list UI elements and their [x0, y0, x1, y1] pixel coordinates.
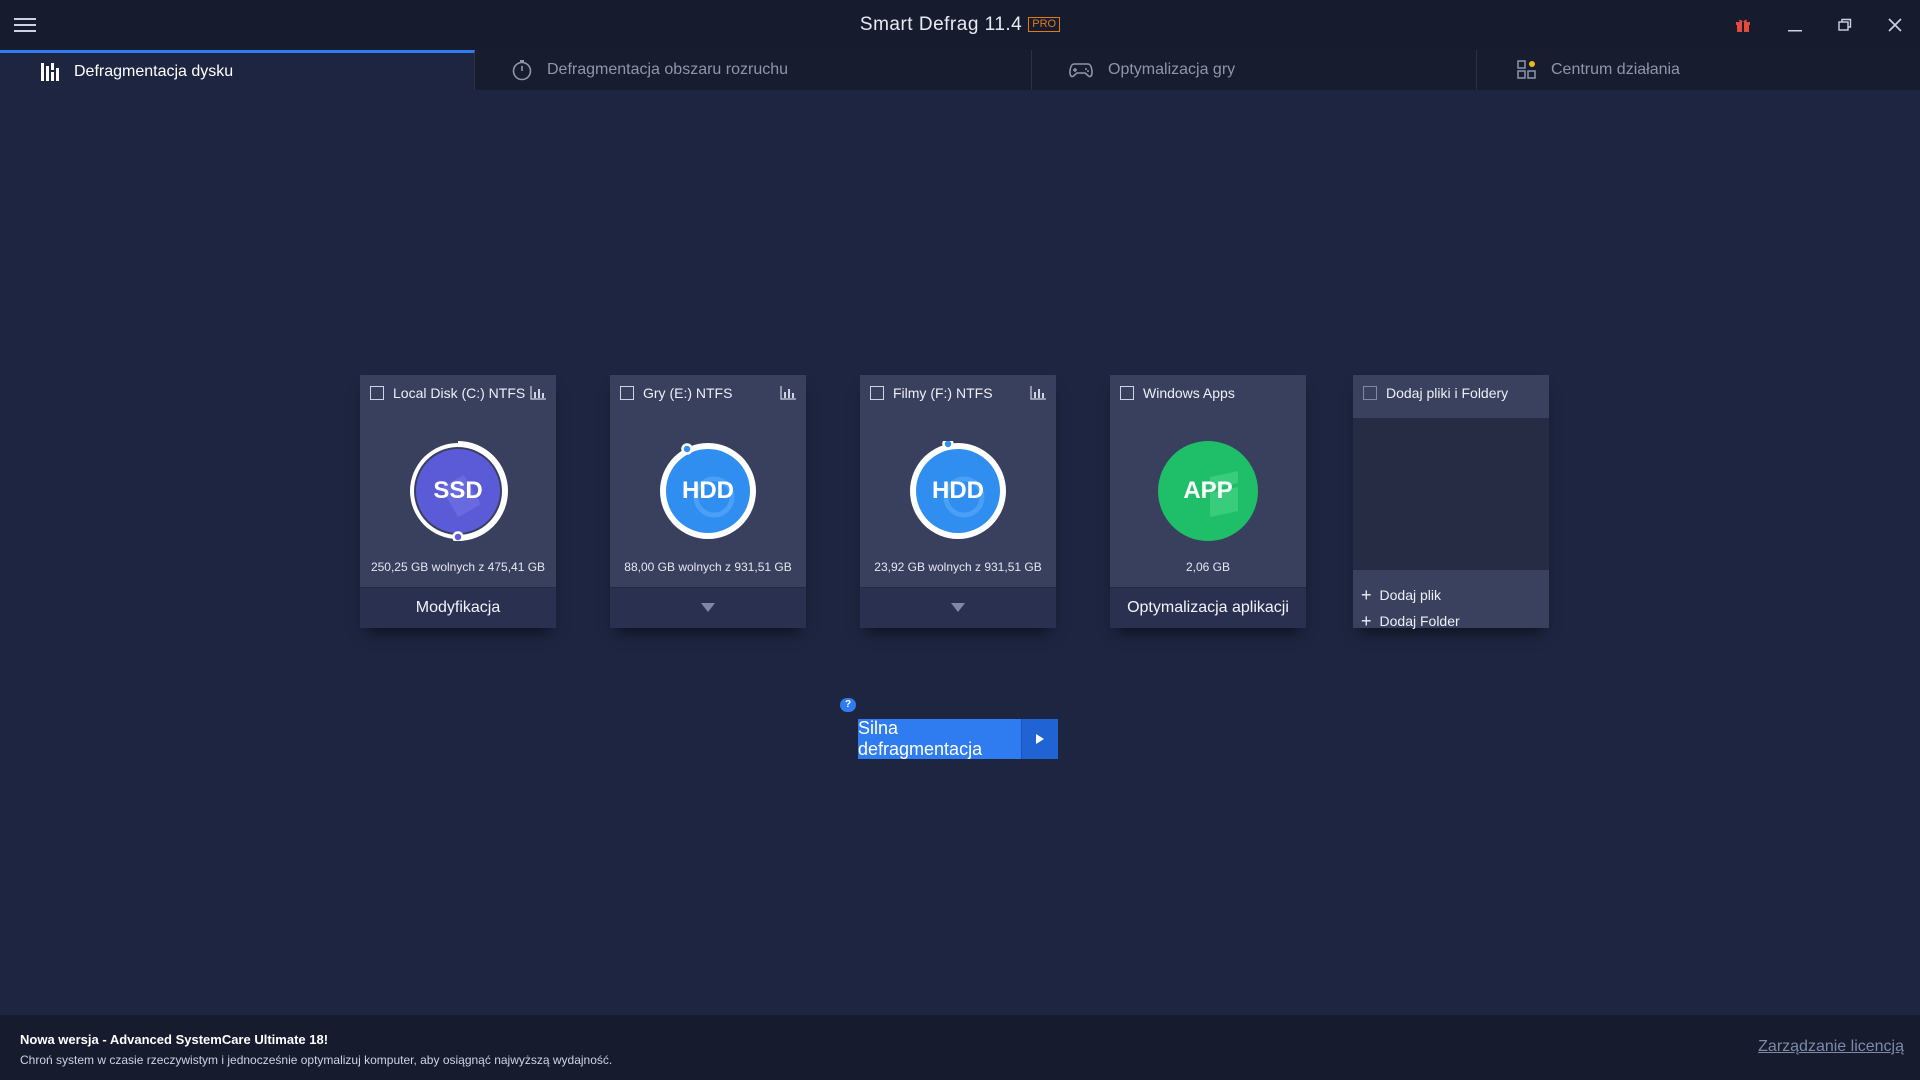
tab-label: Centrum działania [1551, 61, 1680, 78]
disk-type-label: APP [1183, 477, 1233, 504]
title-bar: Smart Defrag 11.4 PRO [0, 0, 1920, 50]
windows-apps-card[interactable]: Windows Apps APP 2,06 GB Optymalizacja a… [1110, 375, 1306, 628]
free-space-text: 250,25 GB wolnych z 475,41 GB [370, 560, 546, 574]
tab-game-optimize[interactable]: Optymalizacja gry [1032, 50, 1477, 90]
play-arrow-icon[interactable] [1021, 719, 1058, 759]
app-title-text: Smart Defrag 11.4 [859, 14, 1023, 35]
apps-size-text: 2,06 GB [1185, 560, 1231, 574]
expand-dropdown-button[interactable] [610, 587, 806, 628]
file-list-area [1353, 418, 1549, 570]
plus-icon: + [1361, 585, 1372, 605]
minimize-icon[interactable] [1780, 10, 1810, 40]
add-file-button[interactable]: + Dodaj plik [1361, 584, 1441, 606]
tab-boot-defrag[interactable]: Defragmentacja obszaru rozruchu [475, 50, 1032, 90]
disk-type-label: HDD [932, 477, 984, 504]
bar-chart-icon[interactable] [1030, 386, 1046, 405]
drive-card-c[interactable]: Local Disk (C:) NTFS SSD 250,25 GB wolny… [360, 375, 556, 628]
tab-label: Optymalizacja gry [1108, 61, 1236, 78]
drive-checkbox[interactable] [870, 386, 884, 400]
bar-chart-icon[interactable] [530, 386, 546, 405]
apps-label: Windows Apps [1143, 385, 1235, 401]
chevron-down-icon [701, 599, 715, 617]
tab-label: Defragmentacja obszaru rozruchu [547, 61, 789, 78]
hdd-disk-icon: HDD [658, 441, 758, 541]
bar-chart-icon[interactable] [780, 386, 796, 405]
free-space-text: 23,92 GB wolnych z 931,51 GB [874, 560, 1042, 574]
add-files-card: Dodaj pliki i Foldery + Dodaj plik + Dod… [1353, 375, 1549, 630]
drive-card-header: Local Disk (C:) NTFS [360, 375, 556, 411]
expand-dropdown-button[interactable] [860, 587, 1056, 628]
manage-license-link[interactable]: Zarządzanie licencją [1758, 1038, 1904, 1056]
free-space-text: 88,00 GB wolnych z 931,51 GB [624, 560, 792, 574]
defrag-bars-icon [40, 62, 60, 82]
disk-type-label: HDD [682, 477, 734, 504]
add-folder-button[interactable]: + Dodaj Folder [1361, 610, 1460, 632]
app-icon: APP [1158, 441, 1258, 541]
drive-card-header: Filmy (F:) NTFS [860, 375, 1056, 411]
close-icon[interactable] [1880, 10, 1910, 40]
hdd-disk-icon: HDD [908, 438, 1008, 541]
drive-label: Gry (E:) NTFS [643, 385, 733, 401]
add-card-header: Dodaj pliki i Foldery [1353, 375, 1549, 411]
optimize-apps-button[interactable]: Optymalizacja aplikacji [1110, 587, 1306, 628]
strong-defrag-label[interactable]: Silna defragmentacja [858, 718, 1022, 759]
grid-apps-icon [1517, 60, 1537, 80]
add-file-label: Dodaj plik [1379, 587, 1441, 603]
drive-checkbox[interactable] [370, 386, 384, 400]
drive-card-e[interactable]: Gry (E:) NTFS HDD 88,00 GB wolnych z 931… [610, 375, 806, 628]
tab-disk-defrag[interactable]: Defragmentacja dysku [0, 50, 475, 90]
add-folder-label: Dodaj Folder [1379, 613, 1460, 629]
hamburger-menu-icon[interactable] [14, 14, 36, 34]
drive-label: Local Disk (C:) NTFS [393, 385, 526, 401]
apps-checkbox[interactable] [1120, 386, 1134, 400]
chevron-down-icon [951, 599, 965, 617]
stopwatch-icon [511, 59, 533, 81]
drive-card-header: Gry (E:) NTFS [610, 375, 806, 411]
pro-badge: PRO [1028, 17, 1061, 32]
disk-type-label: SSD [433, 477, 483, 504]
help-icon[interactable]: ? [840, 698, 856, 712]
strong-defrag-button[interactable]: Silna defragmentacja [858, 718, 1058, 759]
add-files-label: Dodaj pliki i Foldery [1386, 385, 1509, 401]
plus-icon: + [1361, 611, 1372, 631]
ssd-disk-icon: SSD [408, 441, 508, 543]
add-files-checkbox[interactable] [1363, 386, 1377, 400]
promo-description: Chroń system w czasie rzeczywistym i jed… [20, 1053, 613, 1067]
restore-icon[interactable] [1830, 10, 1860, 40]
app-title: Smart Defrag 11.4 PRO [0, 0, 1920, 50]
gift-icon[interactable] [1728, 10, 1758, 40]
footer-bar: Nowa wersja - Advanced SystemCare Ultima… [0, 1015, 1920, 1080]
drive-checkbox[interactable] [620, 386, 634, 400]
tab-label: Defragmentacja dysku [74, 62, 234, 80]
drive-card-f[interactable]: Filmy (F:) NTFS HDD 23,92 GB wolnych z 9… [860, 375, 1056, 628]
gamepad-icon [1068, 60, 1094, 80]
modify-button[interactable]: Modyfikacja [360, 587, 556, 628]
tab-bar: Defragmentacja dysku Defragmentacja obsz… [0, 50, 1920, 90]
drive-label: Filmy (F:) NTFS [893, 385, 993, 401]
apps-card-header: Windows Apps [1110, 375, 1306, 411]
tab-action-center[interactable]: Centrum działania [1477, 50, 1920, 90]
promo-title[interactable]: Nowa wersja - Advanced SystemCare Ultima… [20, 1032, 328, 1047]
